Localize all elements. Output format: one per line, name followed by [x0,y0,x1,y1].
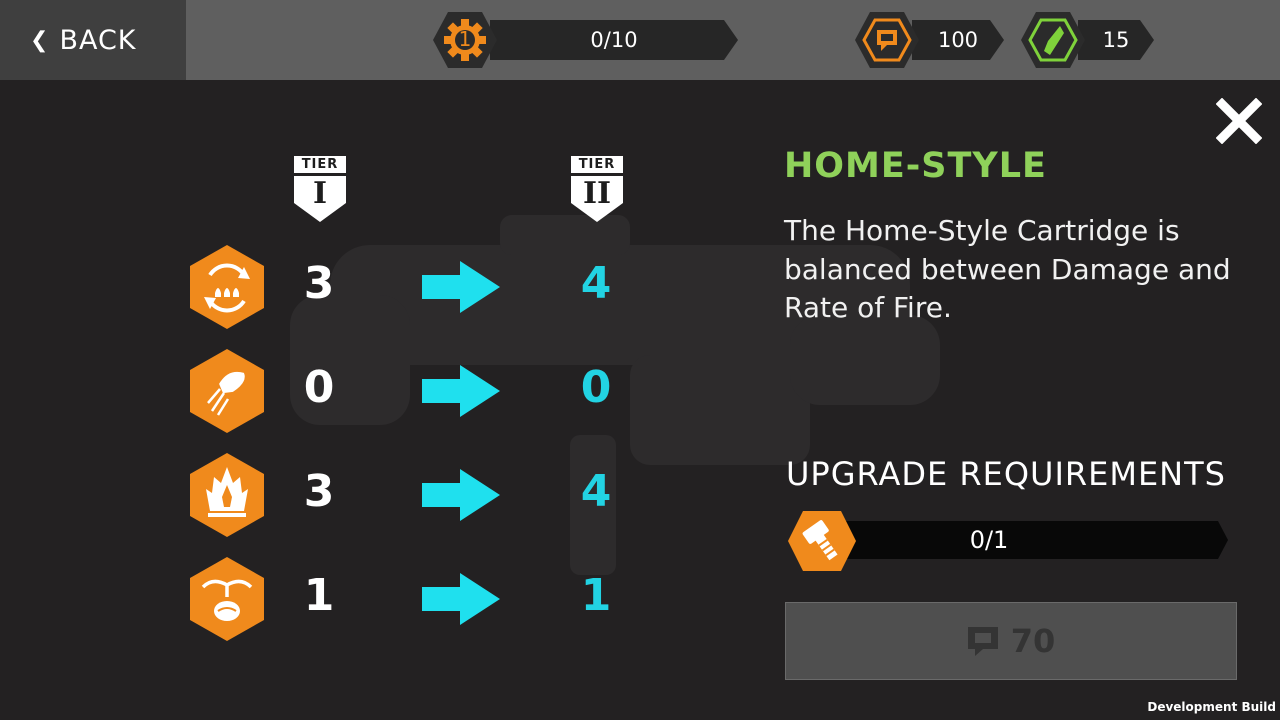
gems-amount-text: 15 [1102,28,1130,52]
upgrade-buy-button[interactable]: 70 [785,602,1237,680]
close-icon[interactable] [1216,98,1262,144]
upgrade-part-icon [788,511,856,571]
chevron-left-icon: ❮ [30,27,50,53]
fire-damage-icon [190,453,264,537]
coins-amount: 100 [912,20,1004,60]
back-label: BACK [59,24,137,56]
level-number: 1 [458,27,472,51]
arrow-right-icon [422,365,500,417]
stat-speed-next: 0 [580,362,612,413]
coin-icon [855,12,919,68]
stat-ammo-next: 4 [580,258,612,309]
level-progress: 0/10 [490,20,738,60]
bullet-speed-icon [190,349,264,433]
arrow-right-icon [422,573,500,625]
upgrade-cost: 70 [1010,622,1056,660]
coins-amount-text: 100 [937,28,979,52]
plant-seed-icon [190,557,264,641]
stat-speed-current: 0 [303,362,335,413]
arrow-right-icon [422,469,500,521]
ammo-reload-icon [190,245,264,329]
tier-next-numeral: II [582,176,612,211]
item-title: HOME-STYLE [784,146,1047,186]
requirements-title: UPGRADE REQUIREMENTS [786,455,1226,493]
gem-icon [1021,12,1085,68]
requirements-progress-text: 0/1 [969,526,1009,554]
tier-current-label: TIER [301,157,339,172]
gems-amount: 15 [1078,20,1154,60]
tier-next-label: TIER [578,157,616,172]
stat-fire-next: 4 [580,466,612,517]
tier-current-badge: TIER I [293,155,347,223]
level-progress-text: 0/10 [590,28,638,52]
arrow-right-icon [422,261,500,313]
back-button[interactable]: ❮ BACK [0,0,186,80]
tier-next-badge: TIER II [570,155,624,223]
top-bar: ❮ BACK 0/10 1 100 15 [0,0,1280,80]
tier-current-numeral: I [312,176,328,211]
coin-icon [967,627,998,656]
stat-seed-next: 1 [580,570,612,621]
stat-ammo-current: 3 [303,258,335,309]
stat-seed-current: 1 [303,570,335,621]
development-build-label: Development Build [1147,700,1276,714]
item-description: The Home-Style Cartridge is balanced bet… [784,214,1231,324]
stat-fire-current: 3 [303,466,335,517]
